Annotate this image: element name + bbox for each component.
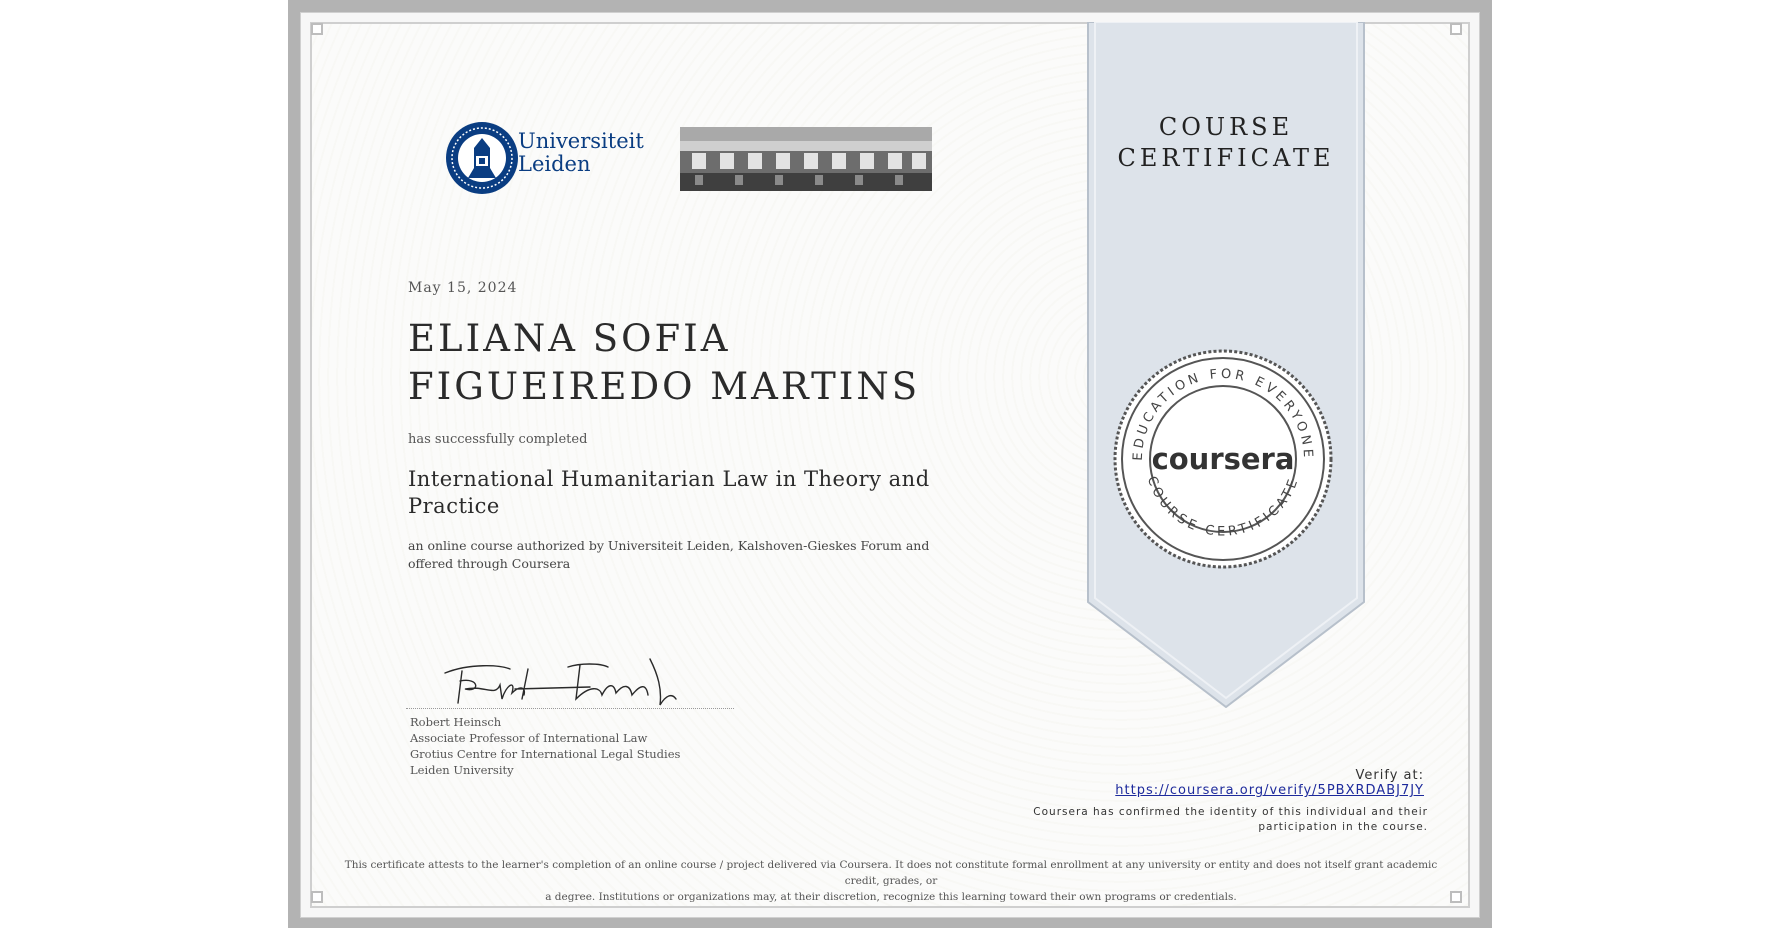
signatory-department: Grotius Centre for International Legal S… <box>410 747 681 761</box>
signatory-block: Robert Heinsch Associate Professor of In… <box>410 714 680 778</box>
corner-ornament <box>311 891 323 903</box>
university-name: Universiteit Leiden <box>518 129 644 176</box>
completed-text: has successfully completed <box>408 432 588 447</box>
completion-date: May 15, 2024 <box>408 280 518 296</box>
signatory-title: Associate Professor of International Law <box>410 731 648 745</box>
authorized-text: an online course authorized by Universit… <box>408 538 930 571</box>
recipient-name: ELIANA SOFIA FIGUEIREDO MARTINS <box>408 317 921 408</box>
signatory-institution: Leiden University <box>410 763 514 777</box>
signature-line <box>406 708 734 709</box>
certificate-heading: COURSE CERTIFICATE <box>1117 113 1335 172</box>
corner-ornament <box>1450 23 1462 35</box>
coursera-wordmark: coursera <box>1152 442 1295 476</box>
certificate-disclaimer: This certificate attests to the learner'… <box>344 859 1438 903</box>
verify-link[interactable]: https://coursera.org/verify/5PBXRDABJ7JY <box>1100 783 1424 798</box>
course-title: International Humanitarian Law in Theory… <box>408 467 930 518</box>
coursera-seal: EDUCATION FOR EVERYONE COURSE CERTIFICAT… <box>1113 349 1333 569</box>
corner-ornament <box>311 23 323 35</box>
identity-confirmed-text: Coursera has confirmed the identity of t… <box>1033 806 1428 833</box>
verify-label: Verify at: <box>1355 768 1424 783</box>
university-building-photo <box>680 127 932 191</box>
signature-icon <box>444 658 677 706</box>
signatory-name: Robert Heinsch <box>410 715 502 729</box>
